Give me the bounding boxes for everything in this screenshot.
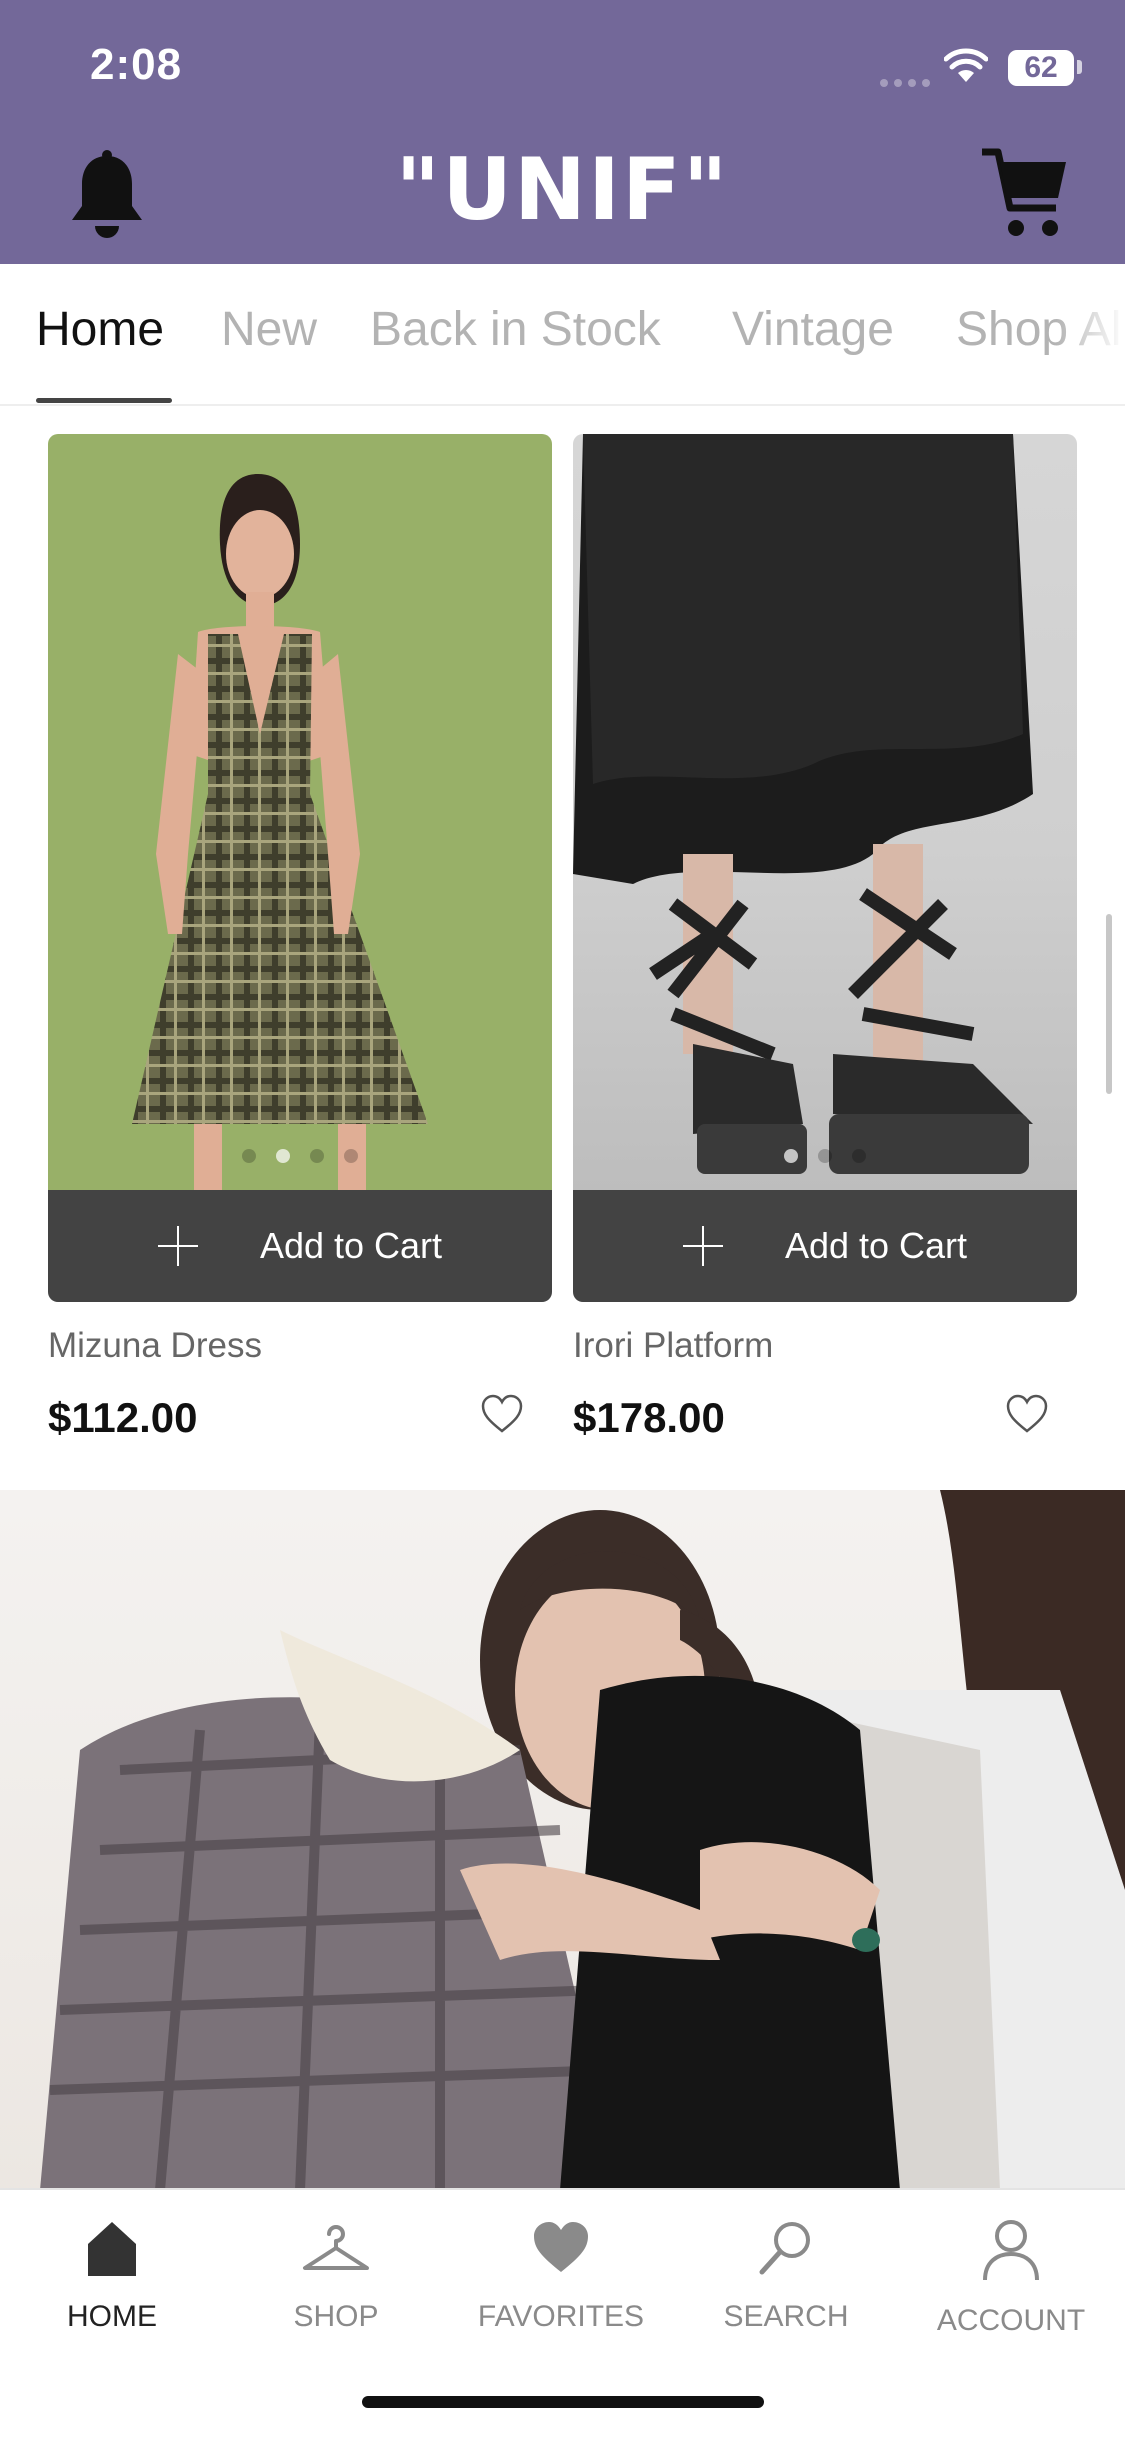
banner-photo-illustration — [40, 1490, 1125, 2190]
product-name[interactable]: Mizuna Dress — [48, 1326, 262, 1366]
nav-label: ACCOUNT — [936, 2304, 1086, 2337]
platform-shoe-illustration — [573, 434, 1033, 1174]
dress-illustration — [132, 474, 428, 1190]
tab-back-in-stock[interactable]: Back in Stock — [370, 302, 661, 357]
person-icon — [983, 2220, 1039, 2281]
nav-label: SHOP — [293, 2300, 379, 2333]
nav-shop[interactable]: SHOP — [236, 2218, 436, 2334]
add-to-cart-button[interactable]: Add to Cart — [573, 1190, 1077, 1302]
image-carousel-dots[interactable] — [573, 1149, 1077, 1168]
tabs-fade — [1055, 264, 1125, 404]
cellular-signal-icon — [880, 74, 936, 87]
plus-icon — [682, 1226, 723, 1266]
nav-search[interactable]: SEARCH — [686, 2218, 886, 2334]
promo-banner-image[interactable] — [0, 1490, 1125, 2190]
nav-label: SEARCH — [723, 2300, 849, 2333]
product-image[interactable] — [573, 434, 1077, 1190]
nav-label: HOME — [67, 2300, 157, 2333]
cart-icon[interactable] — [980, 146, 1070, 244]
active-tab-indicator — [36, 398, 172, 403]
favorite-heart-icon[interactable] — [1005, 1394, 1049, 1434]
nav-label: FAVORITES — [477, 2300, 645, 2333]
product-name[interactable]: Irori Platform — [573, 1326, 773, 1366]
home-indicator[interactable] — [362, 2396, 764, 2408]
add-to-cart-label: Add to Cart — [784, 1225, 968, 1266]
plus-icon — [157, 1226, 198, 1266]
brand-logo[interactable]: "UNIF" — [0, 140, 1125, 240]
nav-favorites[interactable]: FAVORITES — [461, 2218, 661, 2334]
wifi-icon — [944, 48, 988, 82]
category-tabs: Home New Back in Stock Vintage Shop All — [0, 264, 1125, 406]
home-icon — [88, 2222, 136, 2276]
product-image[interactable] — [48, 434, 552, 1190]
search-icon — [759, 2222, 810, 2275]
nav-home[interactable]: HOME — [12, 2218, 212, 2334]
battery-indicator: 62 — [1008, 50, 1074, 86]
heart-icon — [534, 2222, 588, 2272]
status-time: 2:08 — [90, 40, 183, 89]
product-price: $178.00 — [573, 1394, 725, 1441]
hanger-icon — [303, 2225, 369, 2270]
image-carousel-dots[interactable] — [48, 1149, 552, 1168]
favorite-heart-icon[interactable] — [480, 1394, 524, 1434]
tab-home[interactable]: Home — [36, 302, 164, 357]
tab-vintage[interactable]: Vintage — [732, 302, 894, 357]
product-price: $112.00 — [48, 1394, 198, 1441]
nav-account[interactable]: ACCOUNT — [911, 2218, 1111, 2338]
add-to-cart-label: Add to Cart — [259, 1225, 443, 1266]
scrollbar[interactable] — [1106, 914, 1112, 1094]
tab-new[interactable]: New — [221, 302, 317, 357]
app-header: 2:08 62 "UNIF" — [0, 0, 1125, 264]
battery-tip — [1077, 60, 1082, 74]
add-to-cart-button[interactable]: Add to Cart — [48, 1190, 552, 1302]
